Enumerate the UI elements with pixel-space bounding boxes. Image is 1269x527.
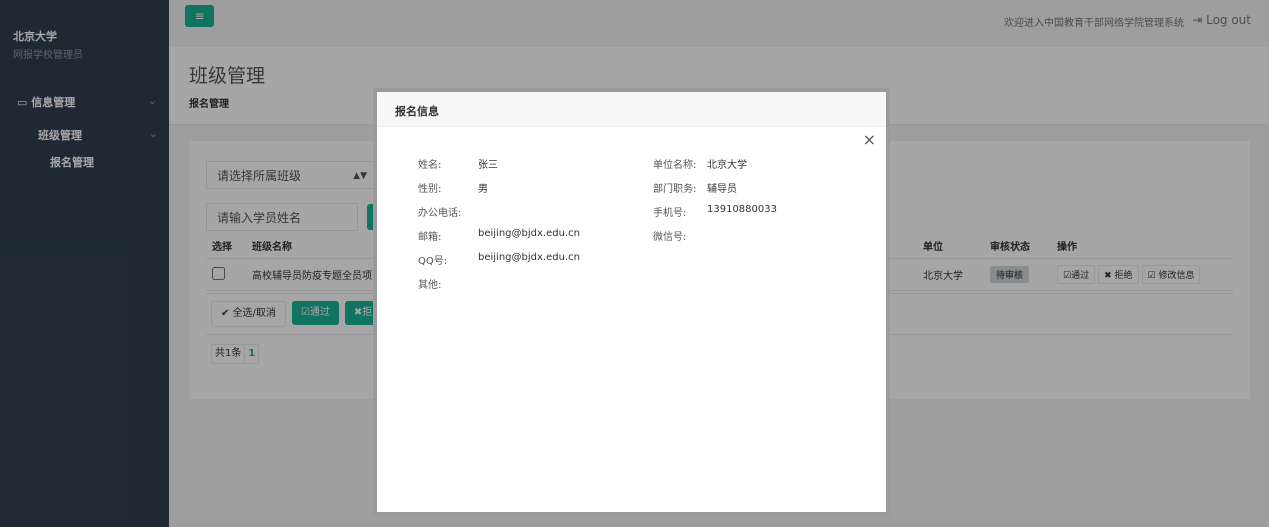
- other-label: 其他:: [418, 280, 442, 291]
- modal-title: 报名信息: [395, 105, 439, 118]
- qq-label: QQ号:: [418, 256, 448, 267]
- dept-value: 辅导员: [707, 184, 737, 195]
- email-label: 邮箱:: [418, 232, 442, 243]
- modal-header: [377, 92, 886, 127]
- name-label: 姓名:: [418, 160, 442, 171]
- email-value: beijing@bjdx.edu.cn: [478, 228, 580, 239]
- dept-label: 部门职务:: [653, 184, 697, 195]
- office-phone-label: 办公电话:: [418, 208, 462, 219]
- wechat-label: 微信号:: [653, 232, 687, 243]
- qq-value: beijing@bjdx.edu.cn: [478, 252, 580, 263]
- signup-info-modal: 报名信息 × 姓名: 张三 性别: 男 办公电话: 邮箱: beijing@bj…: [373, 88, 890, 516]
- gender-label: 性别:: [418, 184, 442, 195]
- unit-value: 北京大学: [707, 160, 747, 171]
- name-value: 张三: [478, 160, 498, 171]
- close-icon[interactable]: ×: [863, 132, 876, 148]
- gender-value: 男: [478, 184, 488, 195]
- unit-label: 单位名称:: [653, 160, 697, 171]
- mobile-label: 手机号:: [653, 208, 687, 219]
- mobile-value: 13910880033: [707, 204, 777, 215]
